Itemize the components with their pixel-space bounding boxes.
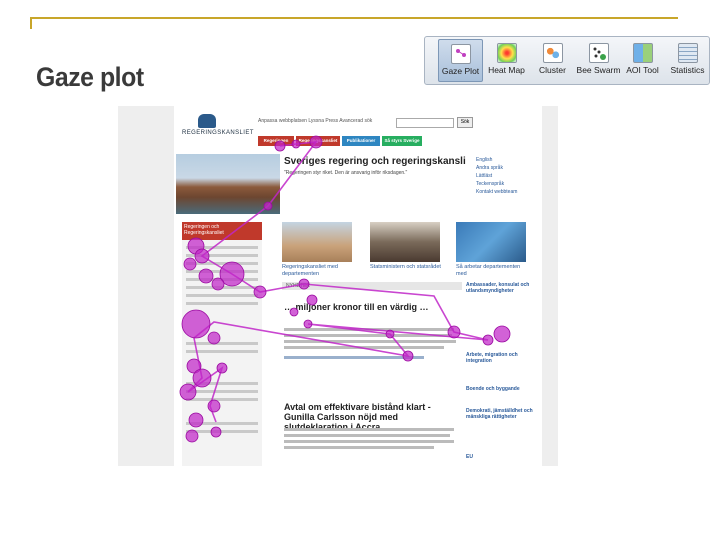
fixation-point	[263, 201, 273, 211]
heat-map-icon	[496, 43, 517, 63]
fixation-point	[185, 429, 199, 443]
bee-swarm-label: Bee Swarm	[576, 65, 621, 75]
gaze-plot-overlay	[179, 135, 511, 443]
fixation-point	[493, 325, 511, 343]
statistics-button[interactable]: Statistics	[665, 39, 710, 82]
fixation-point	[447, 325, 461, 339]
fixation-point	[402, 350, 414, 362]
cluster-button[interactable]: Cluster	[530, 39, 575, 82]
statistics-icon	[677, 43, 698, 63]
fixation-point	[274, 140, 286, 152]
fixation-point	[211, 277, 225, 291]
slide-title: Gaze plot	[36, 62, 144, 92]
bee-swarm-button[interactable]: Bee Swarm	[576, 39, 621, 82]
gaze-plot-icon	[450, 44, 471, 64]
fixation-point	[253, 285, 267, 299]
fixation-point	[385, 329, 395, 339]
fixation-point	[207, 331, 221, 345]
bee-swarm-icon	[588, 43, 609, 63]
visualization-toolbar: Gaze Plot Heat Map Cluster Bee Swarm AOI…	[424, 36, 710, 85]
gaze-plot-button[interactable]: Gaze Plot	[438, 39, 483, 82]
fixation-point	[291, 139, 301, 149]
fixation-point	[306, 294, 318, 306]
fixation-point	[179, 383, 197, 401]
fixation-point	[309, 135, 323, 149]
fixation-point	[210, 426, 222, 438]
slide-accent-line	[30, 17, 678, 19]
slide-accent-tick	[30, 17, 32, 29]
aoi-tool-icon	[632, 43, 653, 63]
fixation-point	[298, 278, 310, 290]
aoi-tool-button[interactable]: AOI Tool	[620, 39, 665, 82]
fixation-point	[192, 368, 212, 388]
fixation-point	[303, 319, 313, 329]
cluster-icon	[542, 43, 563, 63]
fixation-point	[198, 268, 214, 284]
fixation-point	[183, 257, 197, 271]
gaze-plot-screenshot: REGERINGSKANSLIET Anpassa webbplatsen Ly…	[118, 106, 558, 466]
heat-map-button[interactable]: Heat Map	[484, 39, 529, 82]
heat-map-label: Heat Map	[488, 65, 525, 75]
fixation-point	[188, 412, 204, 428]
fixation-point	[482, 334, 494, 346]
gaze-plot-label: Gaze Plot	[441, 66, 480, 76]
fixation-point	[289, 307, 299, 317]
fixation-point	[216, 362, 228, 374]
fixation-point	[207, 399, 221, 413]
fixation-point	[194, 248, 210, 264]
statistics-label: Statistics	[670, 65, 705, 75]
fixation-point	[181, 309, 211, 339]
cluster-label: Cluster	[539, 65, 566, 75]
aoi-tool-label: AOI Tool	[626, 65, 659, 75]
